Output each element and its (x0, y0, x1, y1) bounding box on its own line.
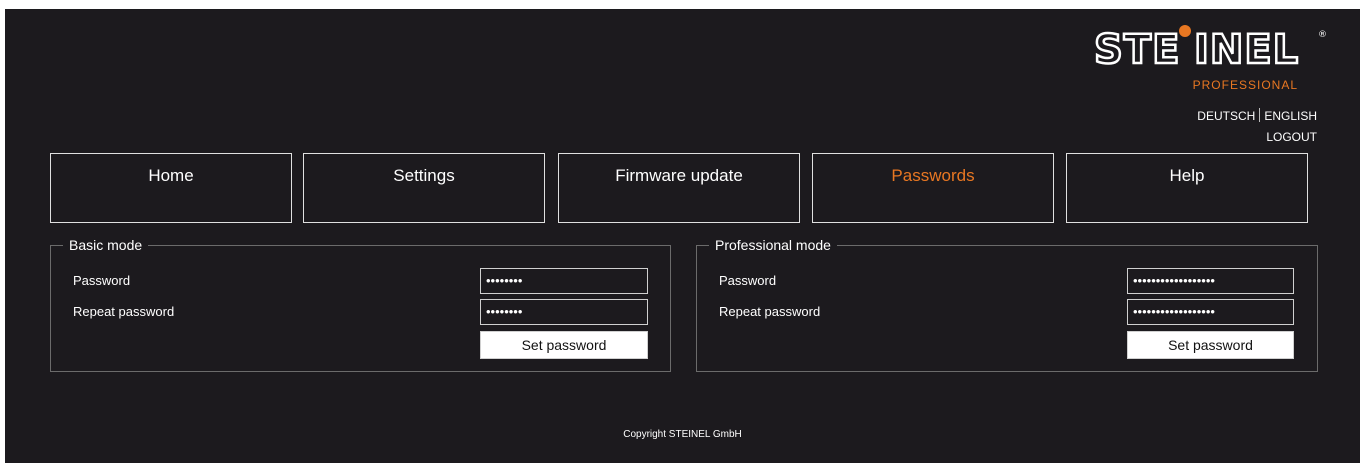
professional-password-input[interactable]: •••••••••••••••••• (1127, 268, 1294, 294)
basic-set-password-button[interactable]: Set password (480, 331, 648, 359)
basic-password-input[interactable]: •••••••• (480, 268, 648, 294)
lang-separator (1259, 108, 1261, 122)
svg-text:®: ® (1318, 30, 1327, 40)
professional-mode-legend: Professional mode (709, 237, 837, 253)
basic-password-label: Password (73, 273, 131, 288)
lang-deutsch-link[interactable]: DEUTSCH (1197, 109, 1255, 123)
tab-home[interactable]: Home (50, 153, 292, 223)
app-frame: STE INEL ® PROFESSIONAL DEUTSCH ENGLISH L… (5, 9, 1360, 463)
basic-mode-legend: Basic mode (63, 237, 149, 253)
steinel-logo: STE INEL ® PROFESSIONAL (1090, 17, 1330, 97)
steinel-logo-graphic: STE INEL ® (1093, 25, 1327, 74)
professional-repeat-password-label: Repeat password (719, 304, 821, 319)
logout-link[interactable]: LOGOUT (1266, 130, 1317, 144)
professional-repeat-password-input[interactable]: •••••••••••••••••• (1127, 299, 1294, 325)
basic-mode-panel: Basic mode Password Repeat password ••••… (50, 237, 671, 372)
svg-text:STE: STE (1094, 27, 1180, 73)
language-switcher: DEUTSCH ENGLISH (1197, 108, 1317, 123)
basic-repeat-password-input[interactable]: •••••••• (480, 299, 648, 325)
logo-subtitle: PROFESSIONAL (1192, 78, 1298, 92)
lang-english-link[interactable]: ENGLISH (1264, 109, 1317, 123)
professional-set-password-button[interactable]: Set password (1127, 331, 1294, 359)
tab-help[interactable]: Help (1066, 153, 1308, 223)
tab-firmware-update[interactable]: Firmware update (558, 153, 800, 223)
professional-mode-panel: Professional mode Password Repeat passwo… (696, 237, 1318, 372)
copyright-footer: Copyright STEINEL GmbH (623, 429, 742, 440)
professional-password-label: Password (719, 273, 777, 288)
basic-repeat-password-label: Repeat password (73, 304, 175, 319)
tab-passwords[interactable]: Passwords (812, 153, 1054, 223)
svg-text:INEL: INEL (1194, 27, 1299, 73)
tab-settings[interactable]: Settings (303, 153, 545, 223)
